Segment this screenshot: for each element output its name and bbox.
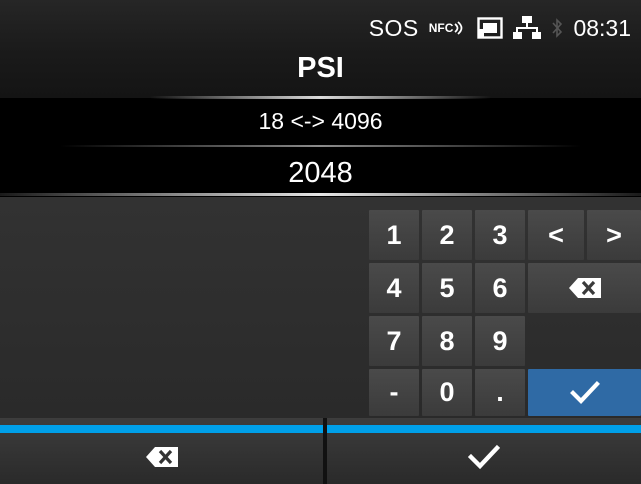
key-4[interactable]: 4 (369, 263, 419, 313)
range-divider (60, 145, 581, 147)
checkmark-icon (467, 444, 501, 475)
back-button[interactable] (0, 418, 323, 484)
key-8[interactable]: 8 (422, 316, 472, 366)
key-0[interactable]: 0 (422, 369, 472, 416)
range-label: 18 <-> 4096 (0, 101, 641, 141)
nfc-icon: NFC (429, 20, 468, 36)
value-input[interactable]: 2048 (0, 150, 641, 196)
header: SOS NFC 08:31 PSI (0, 0, 641, 99)
status-bar: SOS NFC 08:31 (369, 8, 631, 48)
enter-key[interactable] (528, 369, 641, 416)
key-1[interactable]: 1 (369, 210, 419, 260)
bottom-bar (0, 418, 641, 484)
title-underline (150, 96, 491, 99)
key-2[interactable]: 2 (422, 210, 472, 260)
checkmark-icon (569, 380, 600, 405)
backspace-icon (145, 446, 179, 473)
key-9[interactable]: 9 (475, 316, 525, 366)
cursor-right-key[interactable]: > (587, 210, 641, 260)
key-5[interactable]: 5 (422, 263, 472, 313)
cursor-left-key[interactable]: < (528, 210, 584, 260)
backspace-icon (568, 277, 602, 299)
sd-card-icon (477, 17, 504, 39)
backspace-key[interactable] (528, 263, 641, 313)
key-decimal[interactable]: . (475, 369, 525, 416)
key-7[interactable]: 7 (369, 316, 419, 366)
key-6[interactable]: 6 (475, 263, 525, 313)
nfc-label: NFC (428, 21, 454, 35)
network-icon (513, 15, 542, 41)
confirm-button[interactable] (327, 418, 641, 484)
page-title: PSI (297, 52, 344, 84)
confirm-button-accent (327, 425, 641, 433)
sos-label: SOS (368, 14, 419, 41)
key-minus[interactable]: - (369, 369, 419, 416)
value-underline (0, 193, 641, 196)
bluetooth-icon (551, 16, 563, 40)
clock: 08:31 (573, 14, 631, 41)
key-3[interactable]: 3 (475, 210, 525, 260)
back-button-accent (0, 425, 323, 433)
